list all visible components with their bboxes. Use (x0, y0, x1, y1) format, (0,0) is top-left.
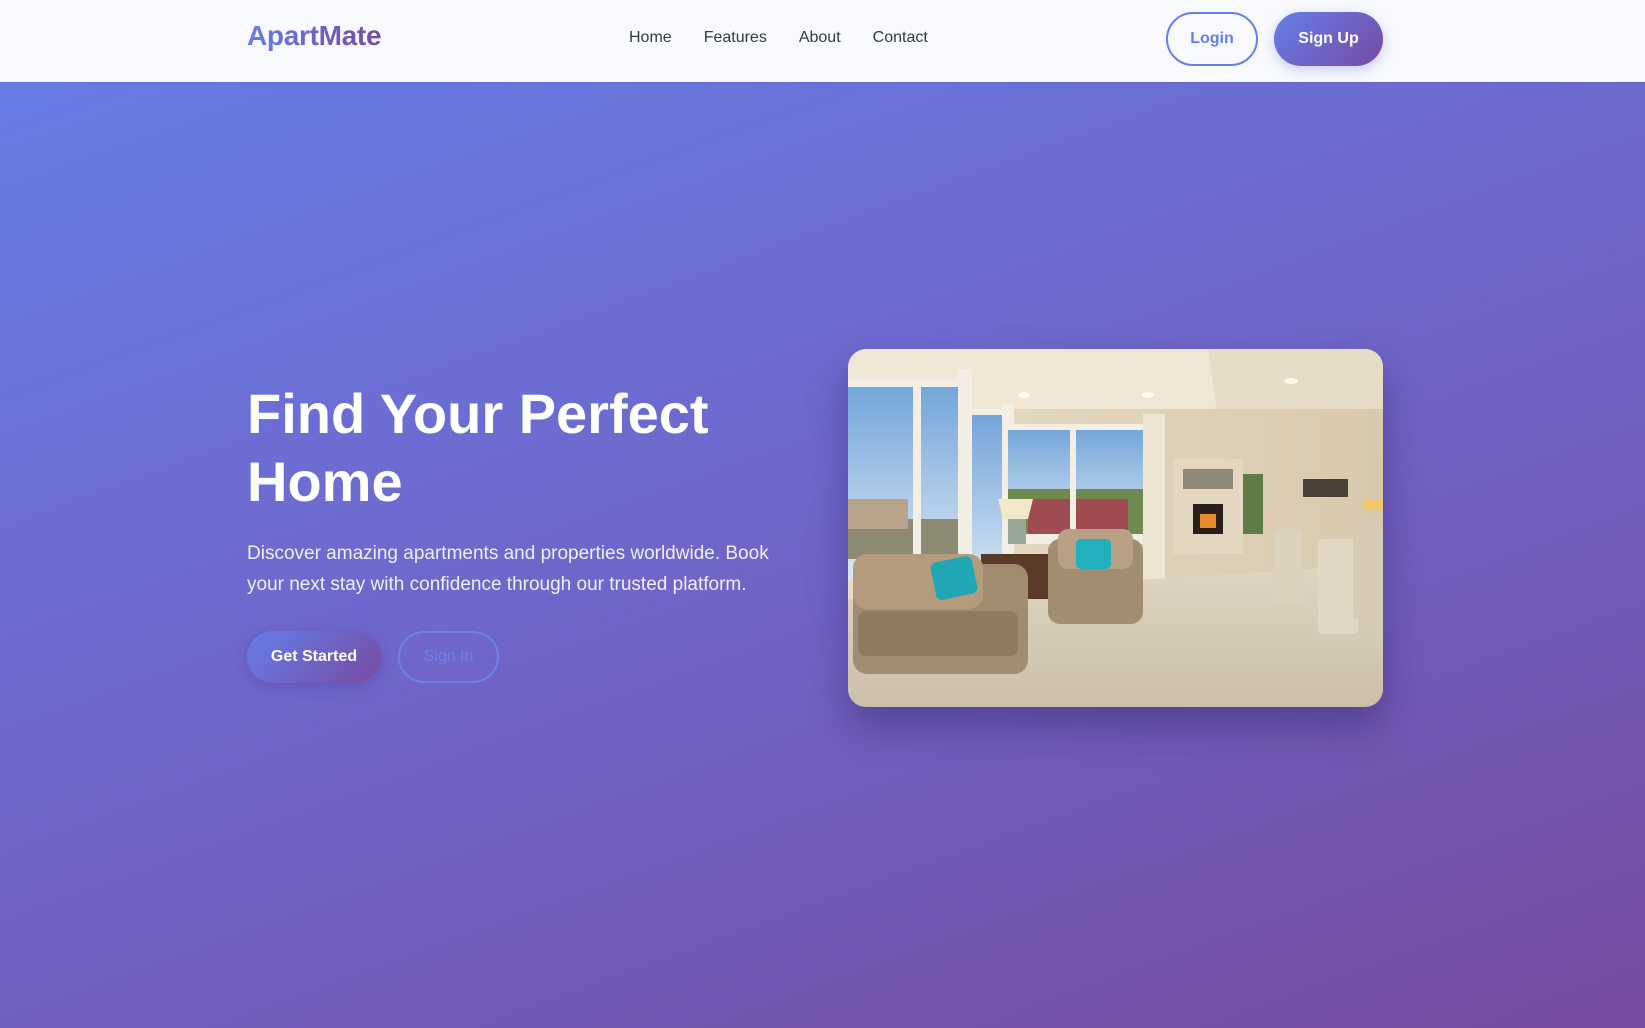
brand-logo[interactable]: ApartMate (247, 20, 382, 52)
login-button[interactable]: Login (1166, 12, 1258, 66)
hero-title-line2: Home (247, 450, 403, 513)
nav-link-home[interactable]: Home (629, 29, 672, 47)
nav-links: Home Features About Contact (629, 29, 928, 47)
nav-link-features[interactable]: Features (704, 29, 767, 47)
navbar: ApartMate Home Features About Contact Lo… (0, 0, 1645, 82)
hero-title: Find Your Perfect Home (247, 380, 807, 516)
hero-subtitle: Discover amazing apartments and properti… (247, 543, 769, 595)
sign-in-button[interactable]: Sign In (398, 631, 499, 683)
get-started-button[interactable]: Get Started (247, 631, 381, 683)
nav-link-about[interactable]: About (799, 29, 841, 47)
nav-link-contact[interactable]: Contact (873, 29, 928, 47)
signup-button[interactable]: Sign Up (1274, 12, 1383, 66)
hero-title-line1: Find Your Perfect (247, 382, 709, 445)
apartment-interior-image (848, 349, 1383, 707)
